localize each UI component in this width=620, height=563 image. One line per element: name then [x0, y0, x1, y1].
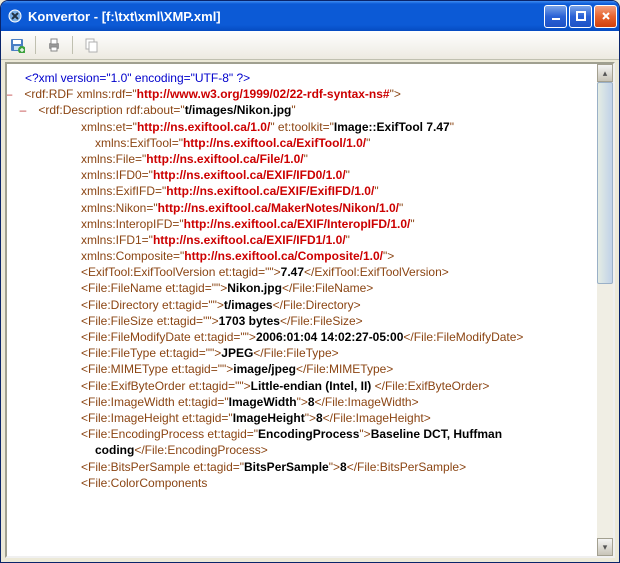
modifydate-open: <File:FileModifyDate et:tagid=""> — [81, 330, 256, 344]
save-icon[interactable] — [9, 37, 25, 53]
byteorder-open: <File:ExifByteOrder et:tagid=""> — [81, 379, 251, 393]
nikon-ns-url: http://ns.exiftool.ca/MakerNotes/Nikon/1… — [158, 201, 399, 215]
collapse-toggle[interactable]: – — [25, 102, 35, 118]
scroll-up-button[interactable]: ▴ — [597, 64, 613, 82]
toolbar-separator — [72, 36, 73, 54]
desc-tag-open: <rdf:Description rdf:about=" — [38, 103, 184, 117]
imageheight-open: <File:ImageHeight et:tagid=" — [81, 411, 233, 425]
directory-open: <File:Directory et:tagid=""> — [81, 298, 224, 312]
exiftool-ns-url: http://ns.exiftool.ca/ExifTool/1.0/ — [183, 136, 366, 150]
vertical-scrollbar[interactable]: ▴ ▾ — [597, 64, 613, 556]
et-toolkit-value: Image::ExifTool 7.47 — [334, 120, 450, 134]
app-icon — [7, 8, 23, 24]
copy-icon[interactable] — [83, 37, 99, 53]
print-icon[interactable] — [46, 37, 62, 53]
et-ns-url: http://ns.exiftool.ca/1.0/ — [137, 120, 270, 134]
maximize-button[interactable] — [569, 5, 592, 28]
rdf-tag-open: <rdf:RDF xmlns:rdf=" — [24, 87, 136, 101]
directory-value: t/images — [224, 298, 273, 312]
file-path: [f:\txt\xml\XMP.xml] — [102, 9, 221, 24]
bitspersample-open: <File:BitsPerSample et:tagid=" — [81, 460, 244, 474]
imagewidth-tagid: ImageWidth — [229, 395, 297, 409]
filetype-value: JPEG — [221, 346, 253, 360]
filetype-open: <File:FileType et:tagid=""> — [81, 346, 221, 360]
mimetype-open: <File:MIMEType et:tagid=""> — [81, 362, 233, 376]
filename-value: Nikon.jpg — [227, 281, 282, 295]
ifd1-ns-url: http://ns.exiftool.ca/EXIF/IFD1/1.0/ — [153, 233, 346, 247]
app-name: Konvertor — [28, 9, 90, 24]
toolbar-separator — [35, 36, 36, 54]
app-window: Konvertor - [f:\txt\xml\XMP.xml] <?xml v… — [0, 0, 620, 563]
composite-ns-url: http://ns.exiftool.ca/Composite/1.0/ — [184, 249, 383, 263]
colorcomponents-open: <File:ColorComponents — [81, 476, 207, 490]
byteorder-value: Little-endian (Intel, II) — [251, 379, 372, 393]
scroll-track[interactable] — [597, 284, 613, 538]
mimetype-value: image/jpeg — [233, 362, 296, 376]
minimize-button[interactable] — [544, 5, 567, 28]
filename-open: <File:FileName et:tagid=""> — [81, 281, 227, 295]
imagewidth-open: <File:ImageWidth et:tagid=" — [81, 395, 229, 409]
exiftool-version-value: 7.47 — [281, 265, 304, 279]
scroll-thumb[interactable] — [597, 82, 613, 284]
imageheight-value: 8 — [316, 411, 323, 425]
content-area: <?xml version="1.0" encoding="UTF-8" ?> … — [5, 62, 615, 558]
exififd-ns-url: http://ns.exiftool.ca/EXIF/ExifIFD/1.0/ — [166, 184, 374, 198]
bitspersample-value: 8 — [340, 460, 347, 474]
modifydate-value: 2006:01:04 14:02:27-05:00 — [256, 330, 403, 344]
encodingprocess-tagid: EncodingProcess — [258, 427, 359, 441]
window-title: Konvertor - [f:\txt\xml\XMP.xml] — [28, 9, 544, 24]
desc-about-value: t/images/Nikon.jpg — [185, 103, 292, 117]
rdf-ns-url: http://www.w3.org/1999/02/22-rdf-syntax-… — [137, 87, 390, 101]
file-ns-url: http://ns.exiftool.ca/File/1.0/ — [146, 152, 303, 166]
ifd0-ns-url: http://ns.exiftool.ca/EXIF/IFD0/1.0/ — [153, 168, 346, 182]
imagewidth-value: 8 — [308, 395, 315, 409]
titlebar[interactable]: Konvertor - [f:\txt\xml\XMP.xml] — [1, 1, 619, 31]
filesize-value: 1703 bytes — [219, 314, 280, 328]
xml-view[interactable]: <?xml version="1.0" encoding="UTF-8" ?> … — [7, 64, 597, 556]
toolbar — [1, 31, 619, 60]
imageheight-tagid: ImageHeight — [233, 411, 305, 425]
collapse-toggle[interactable]: – — [11, 86, 21, 102]
filesize-open: <File:FileSize et:tagid=""> — [81, 314, 219, 328]
interop-ns-url: http://ns.exiftool.ca/EXIF/InteropIFD/1.… — [184, 217, 411, 231]
xml-declaration: <?xml version="1.0" encoding="UTF-8" ?> — [25, 71, 250, 85]
scroll-down-button[interactable]: ▾ — [597, 538, 613, 556]
encodingprocess-open: <File:EncodingProcess et:tagid=" — [81, 427, 258, 441]
bitspersample-tagid: BitsPerSample — [244, 460, 329, 474]
exiftool-version-open: <ExifTool:ExifToolVersion et:tagid=""> — [81, 265, 281, 279]
close-button[interactable] — [594, 5, 617, 28]
